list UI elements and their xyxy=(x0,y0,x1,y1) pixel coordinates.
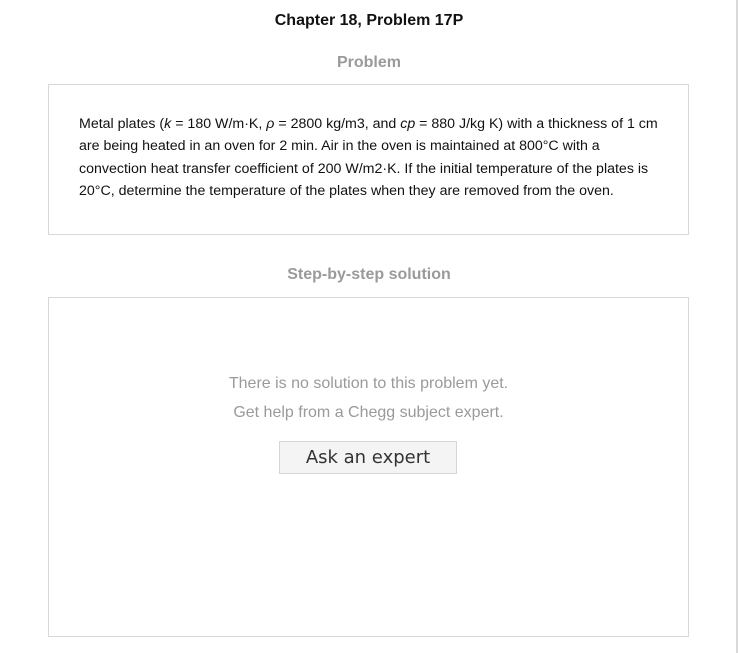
expert-help-message: Get help from a Chegg subject expert. xyxy=(233,404,504,421)
cp-symbol: cp xyxy=(400,116,416,132)
solution-box: There is no solution to this problem yet… xyxy=(48,297,689,637)
solution-heading: Step-by-step solution xyxy=(287,266,451,283)
problem-heading: Problem xyxy=(336,54,401,71)
problem-text-part: = 2800 kg/m3, and xyxy=(274,116,401,132)
problem-statement: Metal plates (k = 180 W/m·K, ρ = 2800 kg… xyxy=(79,113,663,203)
problem-text-part: Metal plates ( xyxy=(79,116,165,132)
ask-expert-button[interactable]: Ask an expert xyxy=(279,441,457,474)
problem-box: Metal plates (k = 180 W/m·K, ρ = 2800 kg… xyxy=(48,84,689,235)
problem-text-part: = 180 W/m·K, xyxy=(171,116,267,132)
chapter-title: Chapter 18, Problem 17P xyxy=(274,12,464,29)
no-solution-message: There is no solution to this problem yet… xyxy=(228,375,509,392)
